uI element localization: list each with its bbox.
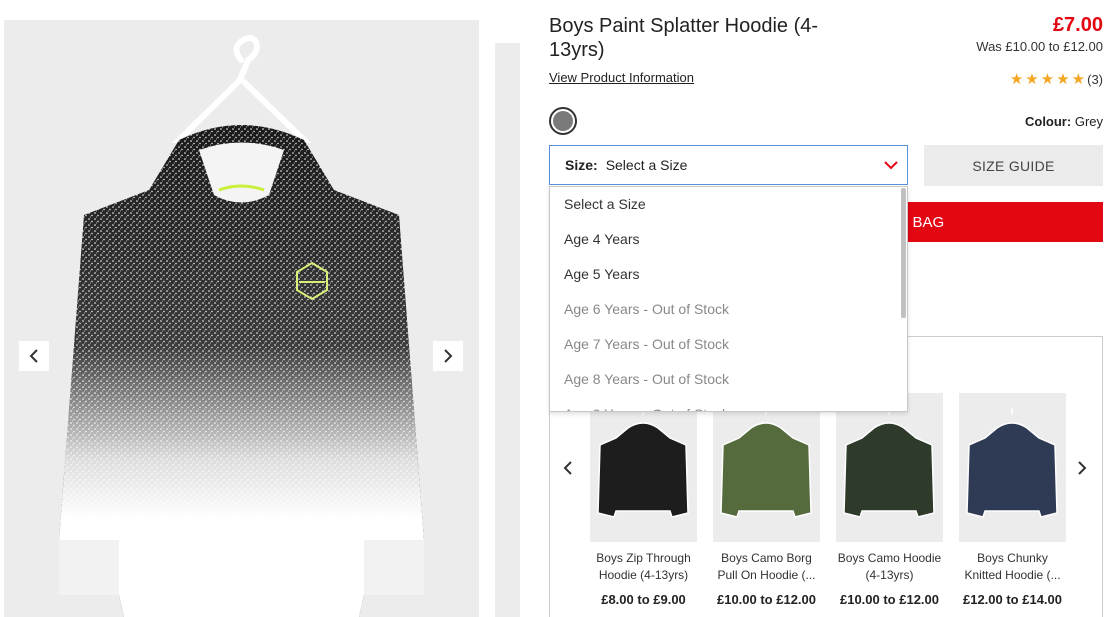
reco-product-name: Boys Camo Borg Pull On Hoodie (... [717,551,816,582]
colour-swatch-grey[interactable] [549,107,577,135]
size-option[interactable]: Age 5 Years [550,257,907,292]
reco-product-image [959,393,1066,542]
size-select-value: Select a Size [605,157,688,173]
chevron-left-icon [563,461,572,475]
chevron-down-icon [884,161,898,170]
reco-product-card[interactable]: Boys Zip Through Hoodie (4-13yrs) £8.00 … [590,393,697,607]
reco-product-card[interactable]: Boys Camo Hoodie (4-13yrs) £10.00 to £12… [836,393,943,607]
star-icon: ★ [1040,71,1055,88]
chevron-left-icon [29,349,38,363]
view-product-information-link[interactable]: View Product Information [549,70,694,85]
product-rating[interactable]: ★ ★ ★ ★ ★ (3) [1010,72,1103,87]
reco-product-price: £8.00 to £9.00 [601,592,686,607]
colour-info: Colour: Grey [1025,114,1103,129]
star-icon: ★ [1071,71,1086,88]
reco-product-image [590,393,697,542]
swatch-fill [553,111,573,131]
gallery-prev-button[interactable] [19,341,49,371]
reco-prev-button[interactable] [562,460,574,481]
size-select[interactable]: Size: Select a Size [549,145,908,185]
size-option-out-of-stock[interactable]: Age 6 Years - Out of Stock [550,292,907,327]
rating-count: (3) [1087,72,1103,87]
reco-product-price: £12.00 to £14.00 [962,592,1063,607]
reco-product-image [713,393,820,542]
star-icon: ★ [1025,71,1039,88]
size-option[interactable]: Select a Size [550,187,907,222]
reco-product-price: £10.00 to £12.00 [839,592,940,607]
chevron-right-icon [1078,461,1087,475]
reco-product-card[interactable]: Boys Chunky Knitted Hoodie (... £12.00 t… [959,393,1066,607]
size-dropdown-list[interactable]: Select a Size Age 4 Years Age 5 Years Ag… [549,186,908,412]
size-option-out-of-stock[interactable]: Age 9 Years - Out of Stock [550,397,907,411]
product-main-image [4,20,479,617]
product-price: £7.00 [1052,14,1103,36]
chevron-right-icon [444,349,453,363]
size-guide-button[interactable]: SIZE GUIDE [924,145,1103,186]
star-icon: ★ [1056,71,1070,88]
gallery-next-button[interactable] [433,341,463,371]
reco-product-name: Boys Zip Through Hoodie (4-13yrs) [596,551,691,582]
product-title: Boys Paint Splatter Hoodie (4-13yrs) [549,15,819,61]
size-select-label: Size: [565,157,598,173]
reco-next-button[interactable] [1076,460,1088,481]
size-option-out-of-stock[interactable]: Age 7 Years - Out of Stock [550,327,907,362]
reco-product-card[interactable]: Boys Camo Borg Pull On Hoodie (... £10.0… [713,393,820,607]
dropdown-scrollbar[interactable] [901,188,906,318]
colour-value: Grey [1074,114,1103,129]
was-price: Was £10.00 to £12.00 [976,39,1103,54]
colour-label: Colour: [1024,114,1072,129]
gallery-next-image-peek [495,43,520,617]
hoodie-image [59,35,424,617]
size-option[interactable]: Age 4 Years [550,222,907,257]
reco-product-image [836,393,943,542]
star-icon: ★ [1009,71,1024,88]
reco-product-name: Boys Chunky Knitted Hoodie (... [964,551,1061,582]
size-option-out-of-stock[interactable]: Age 8 Years - Out of Stock [550,362,907,397]
reco-product-name: Boys Camo Hoodie (4-13yrs) [837,551,942,582]
reco-product-price: £10.00 to £12.00 [716,592,817,607]
